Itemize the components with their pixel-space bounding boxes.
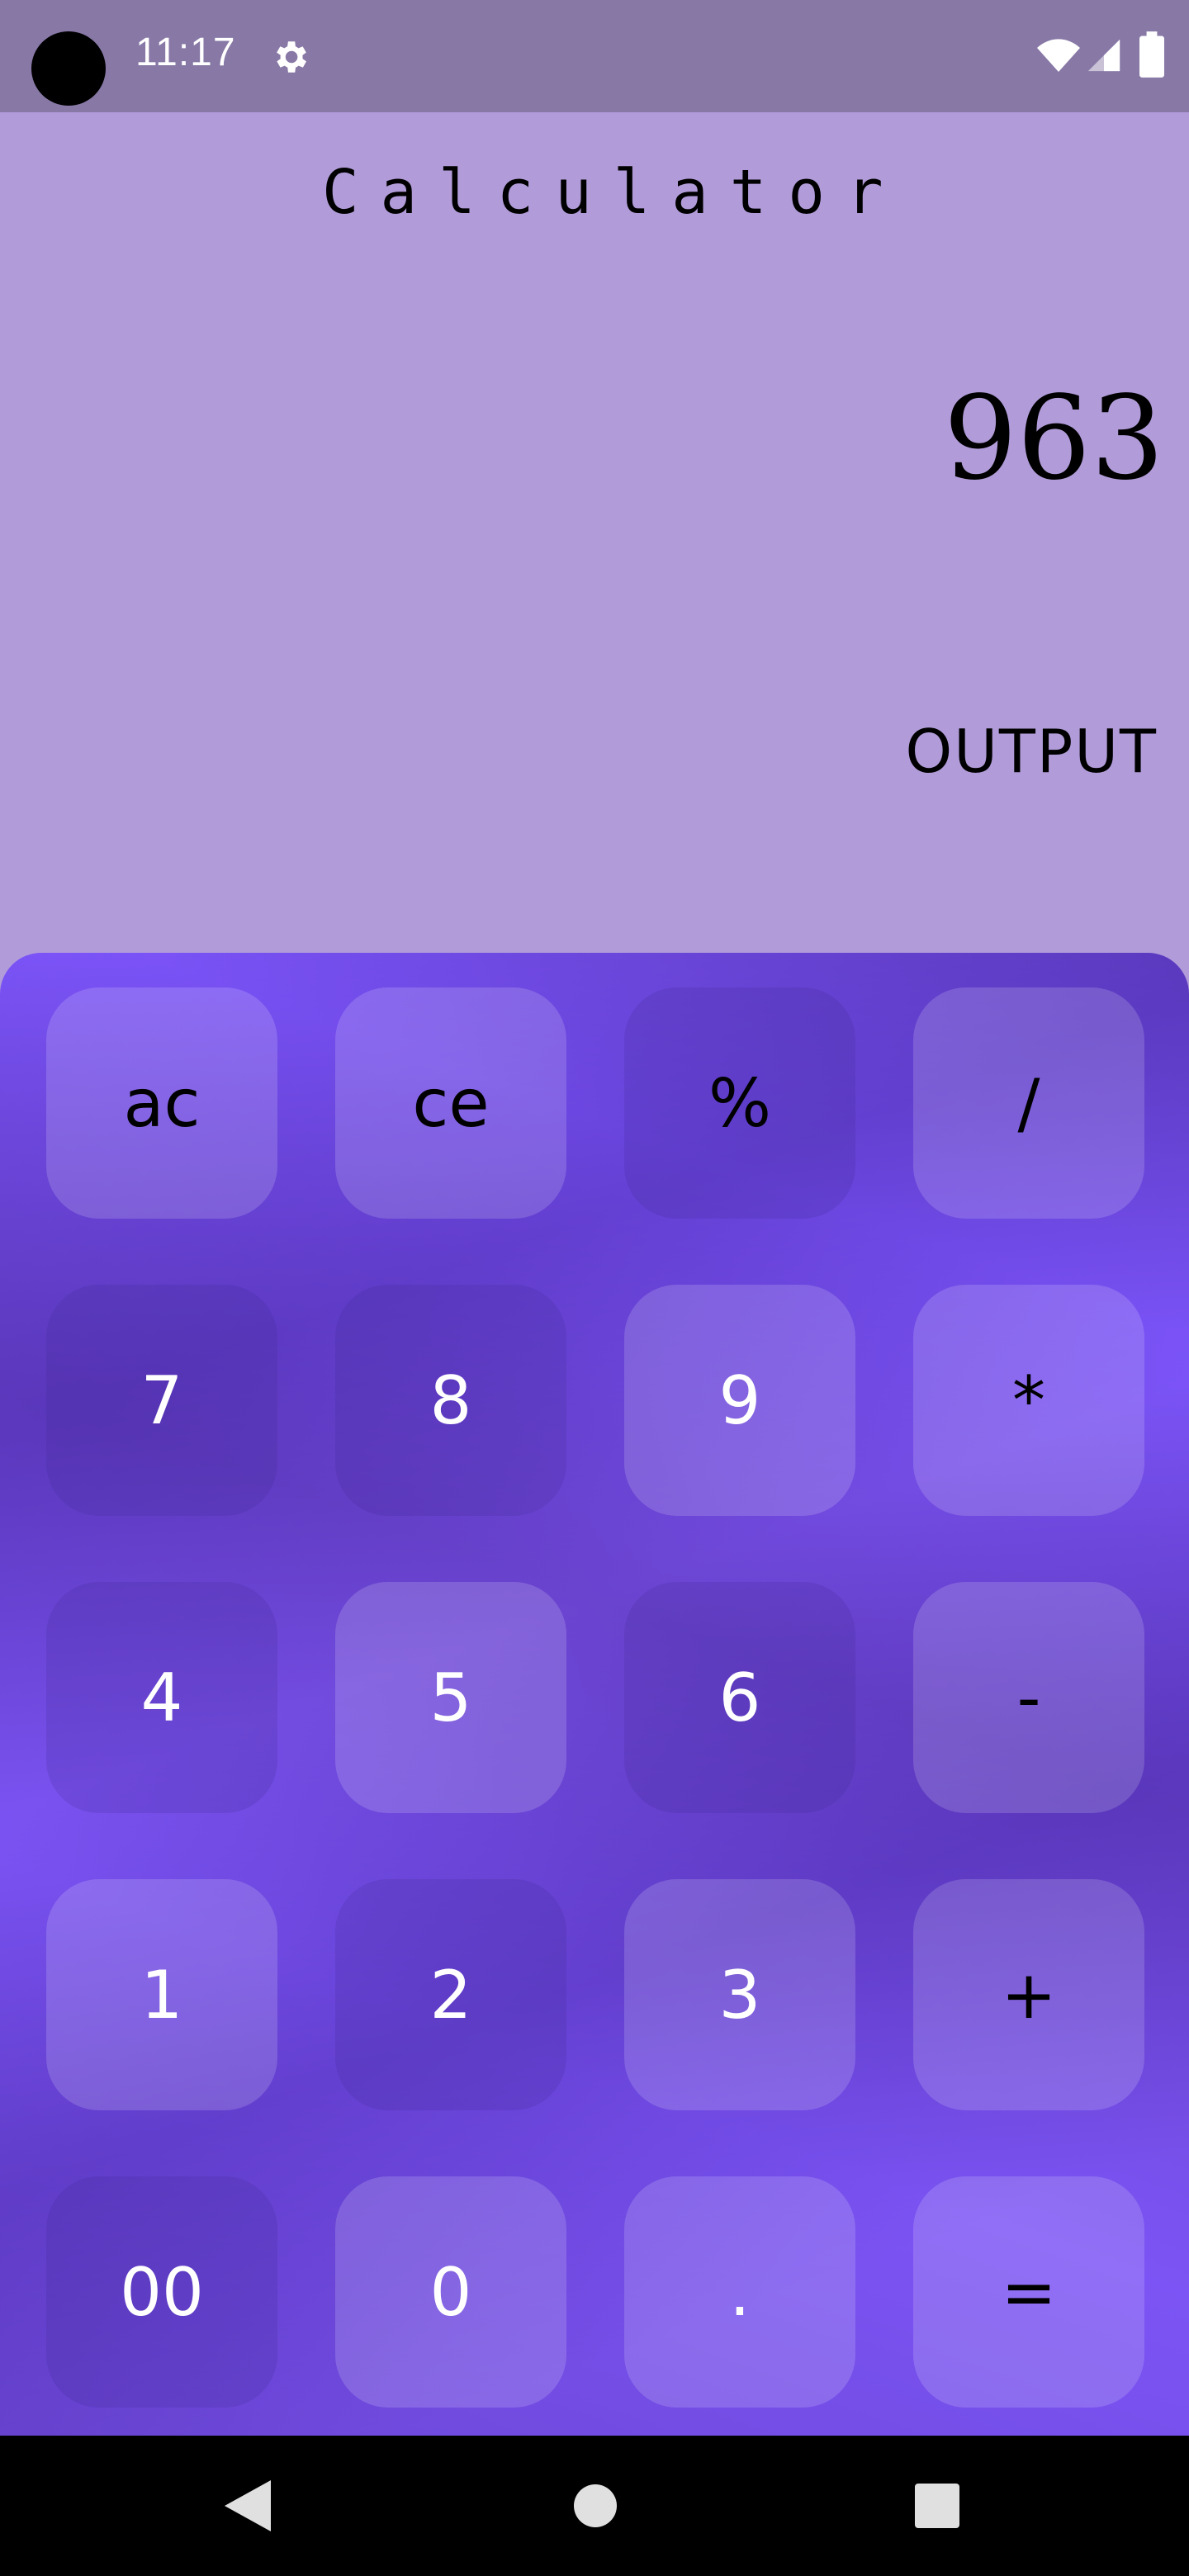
key-1[interactable]: 1 xyxy=(46,1879,277,2110)
status-bar: 11:17 xyxy=(0,0,1189,112)
key-subtract[interactable]: - xyxy=(913,1582,1144,1813)
key-0[interactable]: 0 xyxy=(335,2176,566,2408)
key-9[interactable]: 9 xyxy=(624,1285,855,1516)
key-8[interactable]: 8 xyxy=(335,1285,566,1516)
display-value: 963 xyxy=(943,372,1164,506)
battery-icon xyxy=(1139,31,1164,78)
output-label: OUTPUT xyxy=(905,717,1158,786)
signal-icon xyxy=(1087,39,1120,72)
status-time: 11:17 xyxy=(135,31,236,74)
key-decimal[interactable]: . xyxy=(624,2176,855,2408)
key-2[interactable]: 2 xyxy=(335,1879,566,2110)
home-icon[interactable] xyxy=(573,2484,618,2528)
key-5[interactable]: 5 xyxy=(335,1582,566,1813)
key-divide[interactable]: / xyxy=(913,987,1144,1219)
key-00[interactable]: 00 xyxy=(46,2176,277,2408)
key-ce[interactable]: ce xyxy=(335,987,566,1219)
navigation-bar xyxy=(0,2436,1189,2576)
camera-cutout xyxy=(31,31,106,106)
key-ac[interactable]: ac xyxy=(46,987,277,1219)
key-4[interactable]: 4 xyxy=(46,1582,277,1813)
key-7[interactable]: 7 xyxy=(46,1285,277,1516)
keypad: ac ce % / 7 8 9 * 4 5 6 - 1 2 3 + 00 0 .… xyxy=(0,953,1189,2436)
app-title: Calculator xyxy=(322,157,905,228)
key-add[interactable]: + xyxy=(913,1879,1144,2110)
settings-icon xyxy=(277,41,306,73)
key-6[interactable]: 6 xyxy=(624,1582,855,1813)
key-equals[interactable]: = xyxy=(913,2176,1144,2408)
key-3[interactable]: 3 xyxy=(624,1879,855,2110)
recents-icon[interactable] xyxy=(915,2484,959,2528)
back-icon[interactable] xyxy=(225,2480,271,2531)
wifi-icon xyxy=(1037,39,1080,72)
key-percent[interactable]: % xyxy=(624,987,855,1219)
key-multiply[interactable]: * xyxy=(913,1285,1144,1516)
